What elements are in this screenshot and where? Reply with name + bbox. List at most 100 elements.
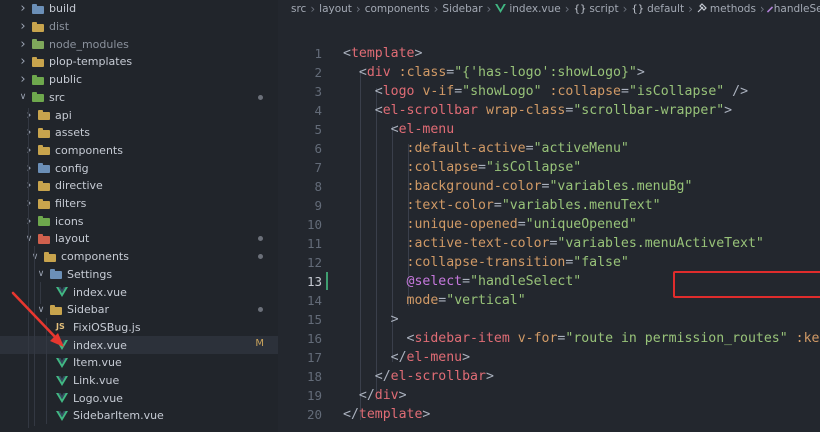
tree-item-link-vue[interactable]: Link.vue [0,372,278,390]
code-line[interactable]: 15 > [278,310,820,329]
breadcrumb-item[interactable]: default [647,3,684,15]
code-token: > [462,350,471,366]
code-line[interactable]: 8 :background-color="variables.menuBg" [278,177,820,196]
chevron-right-icon[interactable]: › [18,37,28,52]
chevron-right-icon[interactable]: › [18,1,28,16]
code-token: > [636,64,645,80]
chevron-down-icon[interactable]: ∨ [36,269,46,279]
tree-item-node-modules[interactable]: › node_modules [0,35,278,53]
chevron-right-icon[interactable]: › [24,161,34,176]
breadcrumb-item[interactable]: Sidebar [442,3,482,15]
folder-icon [32,3,44,14]
code-token: = [493,197,502,213]
chevron-right-icon[interactable]: › [24,178,34,193]
chevron-right-icon[interactable]: › [24,214,34,229]
chevron-down-icon[interactable]: ∨ [36,305,46,315]
code-token: v-for [517,331,558,347]
chevron-right-icon[interactable]: › [18,19,28,34]
code-line[interactable]: 1 <template> [278,44,820,63]
code-line[interactable]: 20 </template> [278,405,820,424]
code-line[interactable]: 16 <sidebar-item v-for="route in permiss… [278,329,820,348]
code-line[interactable]: 11 :active-text-color="variables.menuAct… [278,234,820,253]
code-token: > [422,407,431,423]
breadcrumb-separator-icon: › [622,2,628,16]
chevron-right-icon[interactable]: › [18,72,28,87]
tree-item-label: components [61,250,129,264]
tree-item-fixiosbug-js[interactable]: JS FixiOSBug.js [0,319,278,337]
code-line[interactable]: 10 :unique-opened="uniqueOpened" [278,215,820,234]
tree-item-logo-vue[interactable]: Logo.vue [0,389,278,407]
chevron-right-icon[interactable]: › [24,108,34,123]
tree-item-plop-templates[interactable]: › plop-templates [0,53,278,71]
breadcrumb-item[interactable]: src [291,3,306,15]
chevron-down-icon[interactable]: ∨ [18,92,28,102]
breadcrumb-item[interactable]: handleSelect [774,3,820,15]
tree-item-filters[interactable]: › filters [0,195,278,213]
code-line[interactable]: 19 </div> [278,386,820,405]
select-handler-highlight-box [673,271,820,298]
code-line[interactable]: 2 <div :class="{'has-logo':showLogo}"> [278,63,820,82]
current-line-marker [326,272,328,291]
tree-item-item-vue[interactable]: Item.vue [0,354,278,372]
code-token: > [724,102,733,118]
code-line[interactable]: 4 <el-scrollbar wrap-class="scrollbar-wr… [278,101,820,120]
code-line[interactable]: 9 :text-color="variables.menuText" [278,196,820,215]
tree-item-api[interactable]: › api [0,106,278,124]
chevron-right-icon[interactable]: › [24,125,34,140]
code-line[interactable]: 6 :default-active="activeMenu" [278,139,820,158]
code-line[interactable]: 12 :collapse-transition="false" [278,253,820,272]
tree-item-label: icons [55,214,84,228]
folder-icon [38,180,50,191]
tree-item-sidebaritem-vue[interactable]: SidebarItem.vue [0,407,278,425]
code-text: </div> [343,388,407,403]
line-number: 6 [314,140,322,156]
tree-item-settings[interactable]: ∨ Settings [0,266,278,284]
tree-item-label: dist [49,20,70,34]
chevron-down-icon[interactable]: ∨ [24,234,34,244]
code-line[interactable]: 7 :collapse="isCollapse" [278,158,820,177]
code-line[interactable]: 5 <el-menu [278,120,820,139]
folder-icon [38,198,50,209]
breadcrumb-item[interactable]: index.vue [509,3,560,15]
breadcrumb-item[interactable]: methods [710,3,756,15]
tree-item-icons[interactable]: › icons [0,212,278,230]
code-token: :background-color [406,178,542,194]
code-text: :unique-opened="uniqueOpened" [343,217,637,232]
breadcrumb-item[interactable]: script [589,3,618,15]
breadcrumb-separator-icon: › [355,2,361,16]
code-token: "variables.menuActiveText" [557,236,764,251]
tree-item-layout[interactable]: ∨ layout [0,230,278,248]
chevron-right-icon[interactable]: › [18,54,28,69]
tree-item-src[interactable]: ∨ src [0,89,278,107]
code-editor[interactable]: src › layout › components › Sidebar › index.vue ›… [278,0,820,432]
tree-item-index-vue[interactable]: index.vue M [0,336,278,354]
tree-item-public[interactable]: › public [0,71,278,89]
breadcrumb-item[interactable]: layout [319,3,352,15]
chevron-right-icon[interactable]: › [24,196,34,211]
tree-item-build[interactable]: › build [0,0,278,18]
breadcrumb: src › layout › components › Sidebar › index.vue ›… [278,0,820,18]
tree-item-components[interactable]: ∨ components [0,248,278,266]
tree-item-directive[interactable]: › directive [0,177,278,195]
tree-item-assets[interactable]: › assets [0,124,278,142]
code-token: = [525,140,534,156]
code-line[interactable]: 3 <logo v-if="showLogo" :collapse="isCol… [278,82,820,101]
tree-item-components[interactable]: › components [0,142,278,160]
chevron-right-icon[interactable]: › [24,143,34,158]
tree-item-dist[interactable]: › dist [0,18,278,36]
code-token: "activeMenu" [533,140,629,156]
tree-item-sidebar[interactable]: ∨ Sidebar [0,301,278,319]
tree-item-index-vue[interactable]: index.vue [0,283,278,301]
code-line[interactable]: 17 </el-menu> [278,348,820,367]
chevron-down-icon[interactable]: ∨ [30,252,40,262]
tree-item-config[interactable]: › config [0,159,278,177]
breadcrumb-item[interactable]: components [365,3,430,15]
brace-icon: {} [631,3,645,15]
breadcrumb-separator-icon: › [759,2,765,16]
code-line[interactable]: 18 </el-scrollbar> [278,367,820,386]
